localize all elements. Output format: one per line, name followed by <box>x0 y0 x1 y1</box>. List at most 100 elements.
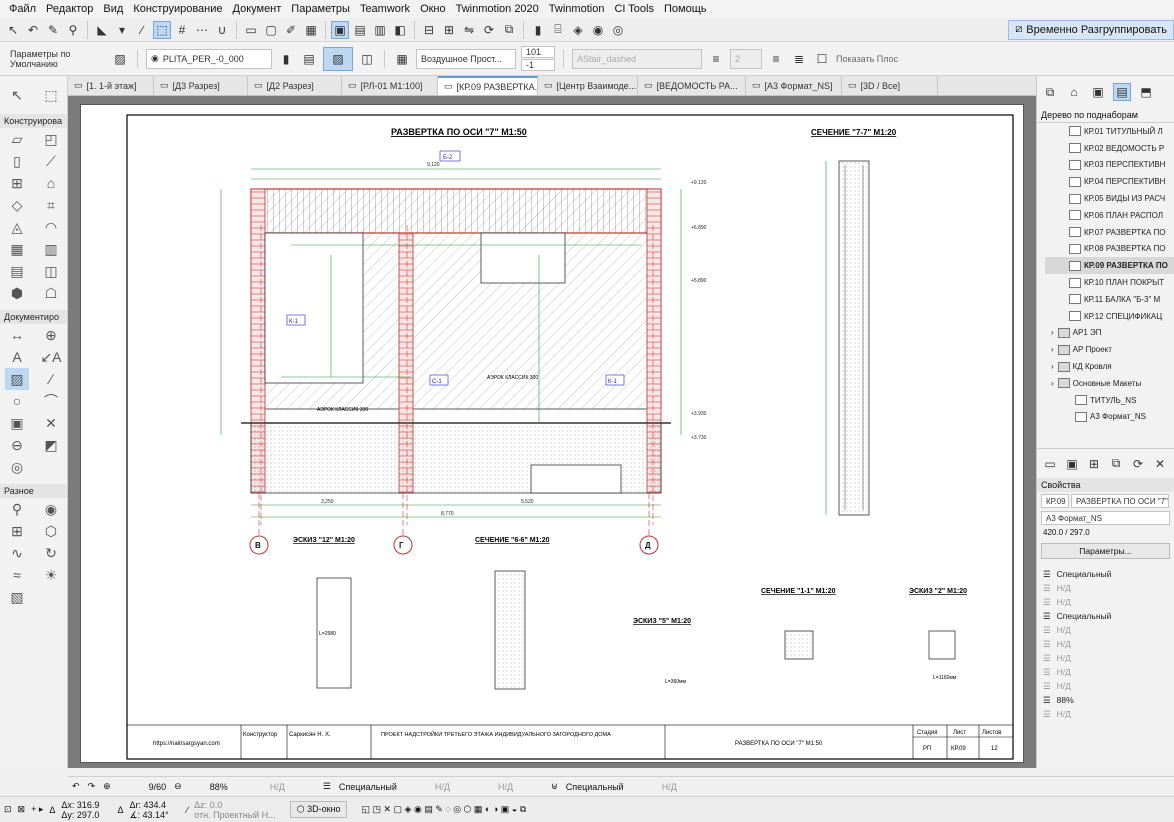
redo-icon[interactable]: ↷ <box>88 781 96 792</box>
worksheet-icon[interactable]: ◎ <box>5 456 29 478</box>
snap-mode-2-icon[interactable]: ⊠ <box>18 804 26 815</box>
rotate-icon[interactable]: ⟳ <box>480 21 498 39</box>
project-map-icon[interactable]: ⌂ <box>1065 83 1083 101</box>
tree-item[interactable]: КР.08 РАЗВЕРТКА ПО <box>1045 241 1174 258</box>
tree-item[interactable]: КР.05 ВИДЫ ИЗ РАСЧ <box>1045 190 1174 207</box>
label-icon[interactable]: ↙A <box>39 346 63 368</box>
sun-icon[interactable]: ☀ <box>39 564 63 586</box>
column-icon[interactable]: ▯ <box>5 150 29 172</box>
new-master-icon[interactable]: ▣ <box>1063 455 1081 473</box>
tab-item[interactable]: ▭ [КР.09 РАЗВЕРТКА... <box>438 76 538 95</box>
align-right-icon[interactable]: ≣ <box>790 50 808 68</box>
circle-icon[interactable]: ○ <box>5 390 29 412</box>
property-row[interactable]: ☰ Н/Д <box>1037 679 1174 693</box>
pen-icon[interactable]: ✐ <box>282 21 300 39</box>
figure-icon[interactable]: ▣ <box>5 412 29 434</box>
teamwork-icon[interactable]: ◎ <box>609 21 627 39</box>
grid-element-icon[interactable]: ⊞ <box>5 520 29 542</box>
view-icon-4[interactable]: ◧ <box>391 21 409 39</box>
hatch-icon[interactable]: ▨ <box>111 50 129 68</box>
structure-icon[interactable]: ⊎ <box>551 781 558 792</box>
3d-window-button[interactable]: ⬡ 3D-окно <box>289 801 348 818</box>
tree-item[interactable]: КР.02 ВЕДОМОСТЬ Р <box>1045 140 1174 157</box>
group-icon[interactable]: ⧉ <box>500 21 518 39</box>
polygon-icon[interactable]: ⬡ <box>39 520 63 542</box>
tree-item[interactable]: › КД Кровля <box>1045 358 1174 375</box>
3d-icon[interactable]: ◈ <box>569 21 587 39</box>
menu-item[interactable]: Twinmotion 2020 <box>451 3 544 15</box>
tree-item[interactable]: КР.04 ПЕРСПЕКТИВН <box>1045 173 1174 190</box>
shell-icon[interactable]: ◠ <box>39 216 63 238</box>
snap-mode-icon[interactable]: ⊡ <box>4 804 12 815</box>
pen-weight-icon[interactable]: ≡ <box>707 50 725 68</box>
line-icon[interactable]: ∕ <box>39 368 63 390</box>
layout-book-icon[interactable]: ▤ <box>1113 83 1131 101</box>
undo-icon[interactable]: ↶ <box>24 21 42 39</box>
chevron-right-icon[interactable]: › <box>1051 328 1054 337</box>
mesh-icon[interactable]: ▦ <box>5 238 29 260</box>
polyline-icon[interactable]: ⌒ <box>39 390 63 412</box>
selection-icon[interactable]: ⬚ <box>153 20 171 39</box>
hotspot-icon[interactable]: ✕ <box>39 412 63 434</box>
stair-icon[interactable]: ⌗ <box>39 194 63 216</box>
cover-icon[interactable]: ◫ <box>358 50 376 68</box>
layer-icon[interactable]: ▭ <box>242 21 260 39</box>
clone-icon[interactable]: ⧉ <box>1107 455 1125 473</box>
dropdown-icon[interactable]: ▾ <box>113 21 131 39</box>
hatch-fill-icon[interactable]: ▨ <box>323 46 353 71</box>
tree-item[interactable]: › Основные Макеты <box>1045 375 1174 392</box>
slab-icon[interactable]: ◇ <box>5 194 29 216</box>
zoom-level[interactable]: 88% <box>210 782 228 792</box>
property-row[interactable]: ☰ Специальный <box>1037 609 1174 623</box>
reference-value[interactable]: отн. Проектный Н... <box>194 810 276 820</box>
roof-icon[interactable]: ◬ <box>5 216 29 238</box>
angle-value[interactable]: 43.14° <box>143 810 169 820</box>
arrow-tool-icon[interactable]: ↖ <box>5 84 29 106</box>
tab-item[interactable]: ▭ [РЛ-01 М1:100] <box>342 76 438 95</box>
tab-item[interactable]: ▭ [ВЕДОМОСТЬ РА... <box>638 76 746 95</box>
status-special-2[interactable]: Специальный <box>566 782 624 792</box>
wave-icon[interactable]: ≈ <box>5 564 29 586</box>
eye-icon[interactable]: ◉ <box>589 21 607 39</box>
pen2-field[interactable]: -1 <box>521 59 555 71</box>
fill-pattern-icon[interactable]: ▦ <box>393 50 411 68</box>
section-icon[interactable]: ⊖ <box>5 434 29 456</box>
property-row[interactable]: ☰ Н/Д <box>1037 581 1174 595</box>
organizer-icon[interactable]: ⧉ <box>1041 83 1059 101</box>
tree-item[interactable]: КР.10 ПЛАН ПОКРЫТ <box>1045 274 1174 291</box>
settings-button[interactable]: Параметры... <box>1041 543 1170 559</box>
temporary-ungroup-button[interactable]: ⧄ Временно Разгруппировать <box>1008 19 1174 40</box>
num-field[interactable]: 2 <box>730 48 762 69</box>
zoom-icon[interactable]: ⊖ <box>174 781 182 792</box>
layout-sheet[interactable]: РАЗВЕРТКА ПО ОСИ "7" М1:50 9,120 3,250 5… <box>80 104 1024 763</box>
menu-item[interactable]: Параметры <box>286 3 355 15</box>
line-icon[interactable]: ∕ <box>187 805 189 815</box>
property-row[interactable]: ☰ 88% <box>1037 693 1174 707</box>
tree-item[interactable]: А3 Формат_NS <box>1045 409 1174 426</box>
camera-icon[interactable]: ◉ <box>39 498 63 520</box>
tab-item[interactable]: ▭ [Д3 Разрез] <box>154 76 248 95</box>
view-map-icon[interactable]: ▣ <box>1089 83 1107 101</box>
pencil-icon[interactable]: ✎ <box>44 21 62 39</box>
view-icon-1[interactable]: ▣ <box>331 20 349 39</box>
pin-icon[interactable]: ⚲ <box>5 498 29 520</box>
layout-id-field[interactable]: КР.09 <box>1041 494 1069 508</box>
line-tool-icon[interactable]: ∕ <box>133 21 151 39</box>
page-indicator[interactable]: 9/60 <box>149 782 167 792</box>
publisher-icon[interactable]: ⬒ <box>1137 83 1155 101</box>
tree-item[interactable]: КР.11 БАЛКА "Б-3" М <box>1045 291 1174 308</box>
menu-item[interactable]: Teamwork <box>355 3 415 15</box>
arrow-icon[interactable]: ↖ <box>4 21 22 39</box>
tree-item[interactable]: ТИТУЛЬ_NS <box>1045 392 1174 409</box>
tab-item[interactable]: ▭ [Центр Взаимоде... <box>538 76 638 95</box>
tree-item[interactable]: › АР1 ЭП <box>1045 325 1174 342</box>
align-icon[interactable]: ⊟ <box>420 21 438 39</box>
pen1-field[interactable]: 101 <box>521 46 555 58</box>
pen-icon[interactable]: ▮ <box>277 50 295 68</box>
curtain-wall-icon[interactable]: ▥ <box>39 238 63 260</box>
arrange-icon[interactable]: ⌸ <box>549 21 567 39</box>
tree-item[interactable]: КР.09 РАЗВЕРТКА ПО <box>1045 257 1174 275</box>
object-icon[interactable]: ⌂ <box>39 172 63 194</box>
view-buttons[interactable]: ◱ ◳ ✕ ▢ ◈ ◉ ▤ ✎ ◌ ◎ ⬡ ▦ ◐ ◑ ▣ ◒ ⧉ <box>361 804 526 815</box>
fill-type-icon[interactable]: ▤ <box>300 50 318 68</box>
